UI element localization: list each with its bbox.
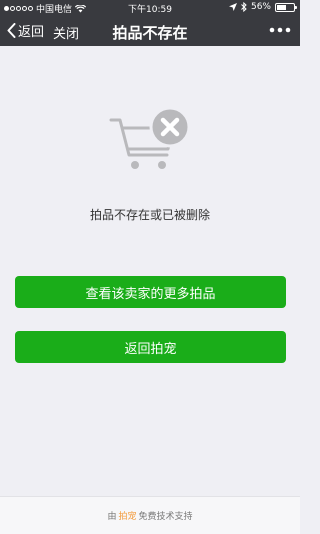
return-home-button[interactable]: 返回拍宠 bbox=[15, 331, 286, 363]
status-right: 56% bbox=[228, 2, 297, 12]
bluetooth-icon bbox=[241, 2, 247, 12]
battery-icon bbox=[275, 2, 297, 12]
navigation-bar: 返回 关闭 拍品不存在 bbox=[0, 16, 300, 46]
battery-percent: 56% bbox=[250, 2, 271, 12]
more-options-icon[interactable] bbox=[268, 24, 292, 36]
page-title: 拍品不存在 bbox=[112, 24, 188, 42]
status-bar: 中国电信 下午10:59 56% bbox=[0, 0, 300, 16]
footer-brand-link[interactable]: 拍宠 bbox=[118, 509, 136, 522]
footer-prefix: 由 bbox=[107, 512, 117, 522]
cart-removed-icon bbox=[107, 106, 191, 175]
location-arrow-icon bbox=[228, 3, 237, 11]
footer-suffix: 免费技术支持 bbox=[138, 512, 193, 522]
top-bar: 中国电信 下午10:59 56% 返回 关闭 拍品不存在 bbox=[0, 0, 300, 46]
footer: 由 拍宠 免费技术支持 bbox=[0, 496, 300, 534]
view-seller-items-button[interactable]: 查看该卖家的更多拍品 bbox=[15, 276, 286, 308]
not-found-message: 拍品不存在或已被删除 bbox=[89, 208, 210, 222]
